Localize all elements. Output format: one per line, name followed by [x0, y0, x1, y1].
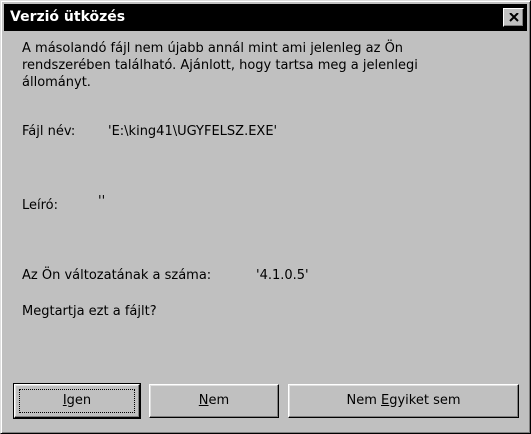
- accelerator-key: E: [381, 393, 390, 408]
- none-button-label: Nem Egyiket sem: [346, 393, 460, 408]
- no-button-label: Nem: [199, 393, 229, 408]
- close-x-icon: [509, 13, 519, 22]
- yes-button[interactable]: Igen: [13, 383, 141, 419]
- no-button[interactable]: Nem: [149, 384, 279, 418]
- accelerator-key: N: [198, 393, 209, 408]
- message-line: rendszerében található. Ajánlott, hogy t…: [22, 58, 418, 73]
- version-conflict-dialog: Verzió ütközés A másolandó fájl nem újab…: [0, 0, 531, 434]
- description-label: Leíró:: [22, 198, 59, 213]
- label-text: em: [208, 393, 230, 408]
- dialog-title: Verzió ütközés: [10, 9, 126, 25]
- none-button[interactable]: Nem Egyiket sem: [288, 384, 519, 418]
- dialog-message: A másolandó fájl nem újabb annál mint am…: [22, 40, 502, 91]
- yes-button-label: Igen: [63, 393, 91, 408]
- description-value: '': [98, 194, 106, 209]
- file-name-label: Fájl név:: [22, 124, 76, 139]
- label-text: gyiket sem: [389, 393, 461, 408]
- file-name-value: 'E:\king41\UGYFELSZ.EXE': [108, 124, 278, 139]
- message-line: A másolandó fájl nem újabb annál mint am…: [22, 41, 404, 56]
- label-text: gen: [66, 393, 92, 408]
- label-text: Nem: [346, 393, 381, 408]
- version-value: '4.1.0.5': [256, 268, 309, 283]
- message-line: állományt.: [22, 75, 91, 90]
- question-text: Megtartja ezt a fájlt?: [22, 304, 157, 319]
- version-label: Az Ön változatának a száma:: [22, 268, 212, 283]
- close-button[interactable]: [503, 8, 524, 27]
- title-bar[interactable]: Verzió ütközés: [4, 4, 527, 31]
